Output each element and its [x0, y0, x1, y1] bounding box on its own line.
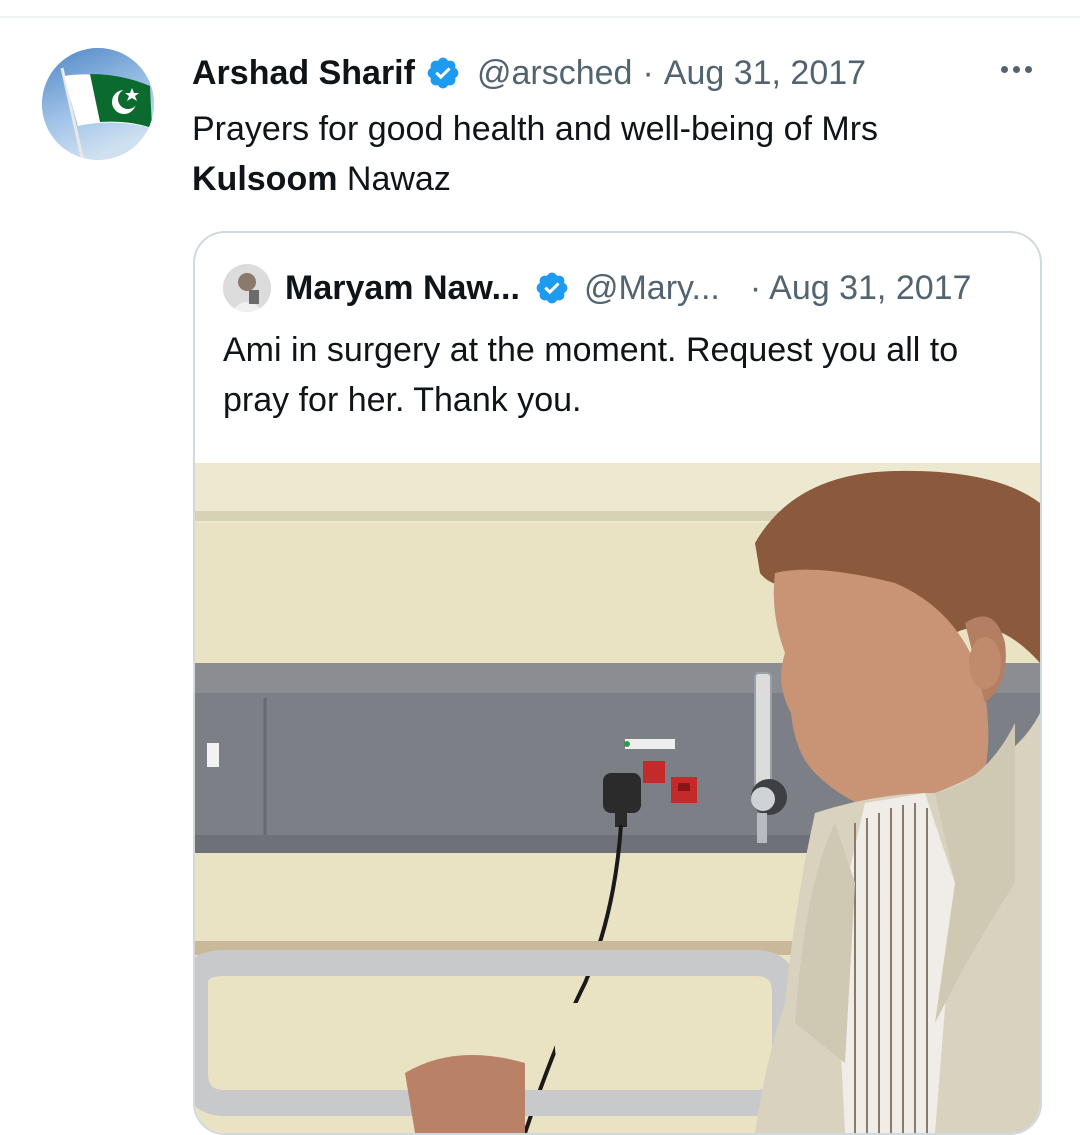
author-name[interactable]: Arshad Sharif	[192, 54, 415, 93]
quoted-tweet-date[interactable]: Aug 31, 2017	[769, 269, 971, 308]
tweet-text-line1: Prayers for good health and well-being o…	[192, 110, 879, 148]
separator-dot: ·	[642, 53, 654, 92]
pakistan-flag-icon	[42, 48, 154, 160]
author-avatar[interactable]	[42, 48, 154, 160]
author-handle[interactable]: @arsched	[477, 54, 632, 93]
hospital-room-photo[interactable]	[195, 463, 1040, 1133]
verified-badge-icon	[534, 270, 570, 306]
tweet-text-bold: Kulsoom	[192, 160, 338, 198]
quoted-tweet-text: Ami in surgery at the moment. Request yo…	[223, 331, 959, 419]
quoted-author-name[interactable]: Maryam Naw...	[285, 269, 520, 308]
quoted-author-handle[interactable]: @Mary...	[584, 269, 720, 308]
tweet-text-end: Nawaz	[337, 160, 451, 198]
quoted-tweet[interactable]: Maryam Naw... @Mary... · Aug 31, 2017 Am…	[193, 231, 1042, 1135]
tweet-text: Prayers for good health and well-being o…	[192, 104, 1032, 204]
photo-image	[195, 463, 1040, 1133]
tweet-header: Arshad Sharif @arsched · Aug 31, 2017	[192, 50, 866, 96]
separator-dot: ·	[749, 268, 762, 307]
more-options-icon[interactable]	[996, 54, 1036, 84]
top-divider	[0, 16, 1080, 18]
quoted-tweet-header: Maryam Naw... @Mary... · Aug 31, 2017	[223, 263, 971, 313]
tweet-date[interactable]: Aug 31, 2017	[664, 54, 866, 93]
quoted-author-avatar[interactable]	[223, 264, 271, 312]
verified-badge-icon	[425, 55, 461, 91]
